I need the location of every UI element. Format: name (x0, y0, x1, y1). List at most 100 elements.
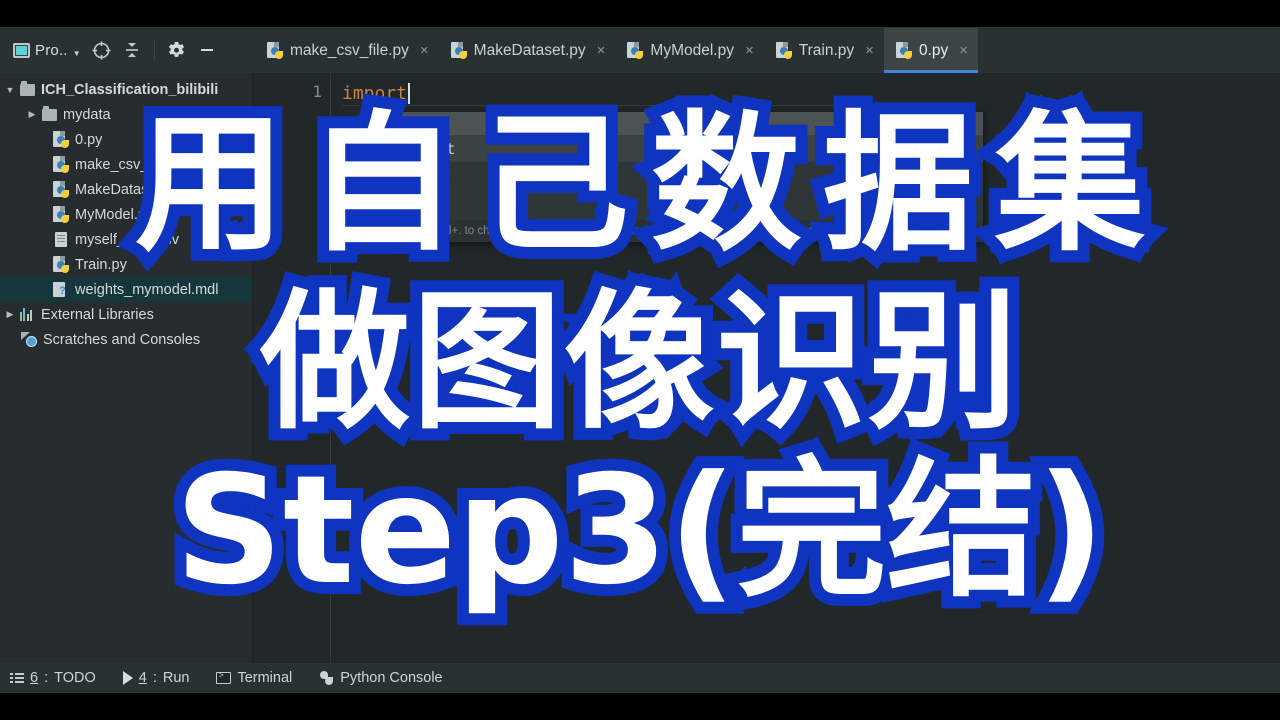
editor-tab-active[interactable]: 0.py × (883, 28, 979, 73)
terminal-icon (216, 670, 232, 684)
tab-bar-filler (978, 28, 1280, 73)
editor-tab-label: make_csv_file.py (290, 41, 409, 59)
toolbar-divider (153, 39, 155, 61)
tree-row-label: External Libraries (41, 306, 154, 323)
tree-row-label: weights_mymodel.mdl (75, 281, 219, 298)
tree-row-label: myself_data.csv (75, 231, 179, 248)
hide-panel-icon[interactable] (192, 33, 222, 67)
tree-row-file[interactable]: Train.py (0, 252, 252, 277)
statusbar-item-label: Terminal (237, 670, 293, 686)
python-file-icon (52, 156, 70, 173)
tree-row-label: 0.py (75, 131, 103, 148)
autocomplete-item-label: imp (423, 166, 451, 185)
chevron-right-icon[interactable] (24, 109, 40, 120)
tree-row-file-selected[interactable]: ? weights_mymodel.mdl (0, 277, 252, 302)
bottom-status-bar: 6 : TODO 4 : Run Terminal Python Console (0, 663, 1280, 693)
tree-row-file[interactable]: MyModel.py (0, 202, 252, 227)
tree-row-external-libraries[interactable]: External Libraries (0, 302, 252, 327)
python-file-icon (52, 206, 70, 223)
top-toolbar: Pro.. ▼ make_csv_file.py × MakeDataset.p… (0, 27, 1280, 73)
code-content[interactable]: import import imp Press Ctrl+. to choose… (342, 73, 1280, 693)
tree-row-scratches[interactable]: Scratches and Consoles (0, 327, 252, 352)
tree-row-mydata[interactable]: mydata (0, 102, 252, 127)
autocomplete-item[interactable]: import (393, 135, 983, 162)
scratches-icon (20, 332, 38, 347)
statusbar-item-label: TODO (54, 670, 96, 686)
close-icon[interactable]: × (959, 42, 968, 59)
statusbar-item-python-console[interactable]: Python Console (319, 670, 459, 686)
statusbar-item-label: : (152, 670, 157, 686)
python-file-icon (627, 42, 644, 59)
close-icon[interactable]: × (597, 42, 606, 59)
folder-icon (18, 80, 36, 96)
text-file-icon (52, 232, 70, 247)
code-token-keyword: import (342, 82, 408, 104)
line-number: 1 (312, 82, 322, 101)
statusbar-item-label: Run (162, 670, 190, 686)
line-number-gutter: 1 (254, 73, 330, 693)
editor-tab-label: MyModel.py (650, 41, 734, 59)
text-caret (408, 82, 411, 104)
folder-icon (40, 105, 58, 121)
pycharm-window: Pro.. ▼ make_csv_file.py × MakeDataset.p… (0, 27, 1280, 693)
project-toolbar-buttons: Pro.. ▼ (0, 27, 222, 73)
project-panel-icon (13, 42, 30, 58)
code-line-1: import (342, 80, 411, 106)
python-file-icon (775, 42, 792, 59)
tree-row-file[interactable]: 0.py (0, 127, 252, 152)
statusbar-item-run[interactable]: 4 : Run (122, 670, 207, 686)
close-icon[interactable]: × (745, 42, 754, 59)
statusbar-shortcut-number: 4 (138, 670, 147, 686)
tree-row-label: make_csv_file.py (75, 156, 187, 173)
code-editor[interactable]: 1 import import imp Press Ctrl+. to choo… (254, 73, 1280, 693)
python-file-icon (895, 42, 912, 59)
editor-tab[interactable]: MakeDataset.py × (439, 28, 616, 73)
python-file-icon (52, 131, 70, 148)
run-play-icon (122, 671, 133, 685)
tree-row-file[interactable]: MakeDataset.py (0, 177, 252, 202)
autocomplete-hint-text: Press Ctrl+. to choose the selected (or … (401, 225, 821, 237)
editor-tab-label: Train.py (798, 41, 855, 59)
editor-tab-label: MakeDataset.py (473, 41, 586, 59)
autocomplete-header (393, 112, 983, 135)
statusbar-item-label: Python Console (340, 670, 443, 686)
autocomplete-item-label: import (401, 139, 456, 158)
tree-row-file[interactable]: myself_data.csv (0, 227, 252, 252)
python-console-icon (319, 670, 334, 686)
autocomplete-footer-hint: Press Ctrl+. to choose the selected (or … (393, 220, 983, 242)
statusbar-item-terminal[interactable]: Terminal (216, 670, 309, 686)
close-icon[interactable]: × (865, 42, 874, 59)
chevron-down-icon: ▼ (72, 48, 81, 58)
project-panel-label: Pro.. (35, 41, 68, 59)
autocomplete-popup[interactable]: import imp Press Ctrl+. to choose the se… (393, 112, 983, 242)
close-icon[interactable]: × (420, 42, 429, 59)
editor-tab[interactable]: Train.py × (764, 28, 884, 73)
letterbox-bottom (0, 693, 1280, 720)
libraries-icon (18, 308, 36, 321)
editor-tab-bar: make_csv_file.py × MakeDataset.py × MyMo… (255, 27, 1280, 73)
tree-row-project-root[interactable]: ICH_Classification_bilibili (0, 77, 252, 102)
tree-row-label: mydata (63, 106, 111, 123)
project-panel-tab[interactable]: Pro.. ▼ (9, 33, 87, 67)
chevron-right-icon[interactable] (2, 309, 18, 320)
python-file-icon (450, 42, 467, 59)
editor-tab[interactable]: make_csv_file.py × (255, 28, 439, 73)
editor-tab[interactable]: MyModel.py × (615, 28, 763, 73)
tree-row-label: MyModel.py (75, 206, 154, 223)
gear-icon[interactable] (162, 33, 192, 67)
tree-row-label: Train.py (75, 256, 127, 273)
editor-tab-label: 0.py (918, 41, 949, 59)
tree-row-file[interactable]: make_csv_file.py (0, 152, 252, 177)
unknown-file-icon: ? (52, 281, 70, 298)
letterbox-top (0, 0, 1280, 27)
module-icon (401, 168, 415, 183)
project-tree: ICH_Classification_bilibili mydata 0.py (0, 73, 252, 352)
tree-row-label: MakeDataset.py (75, 181, 180, 198)
tree-row-label: ICH_Classification_bilibili (41, 81, 219, 98)
chevron-down-icon[interactable] (2, 85, 18, 95)
locate-in-tree-icon[interactable] (87, 33, 117, 67)
statusbar-item-todo[interactable]: 6 : TODO (10, 670, 113, 686)
collapse-all-icon[interactable] (117, 33, 147, 67)
statusbar-item-label: : (44, 670, 49, 686)
autocomplete-item[interactable]: imp (393, 162, 983, 189)
